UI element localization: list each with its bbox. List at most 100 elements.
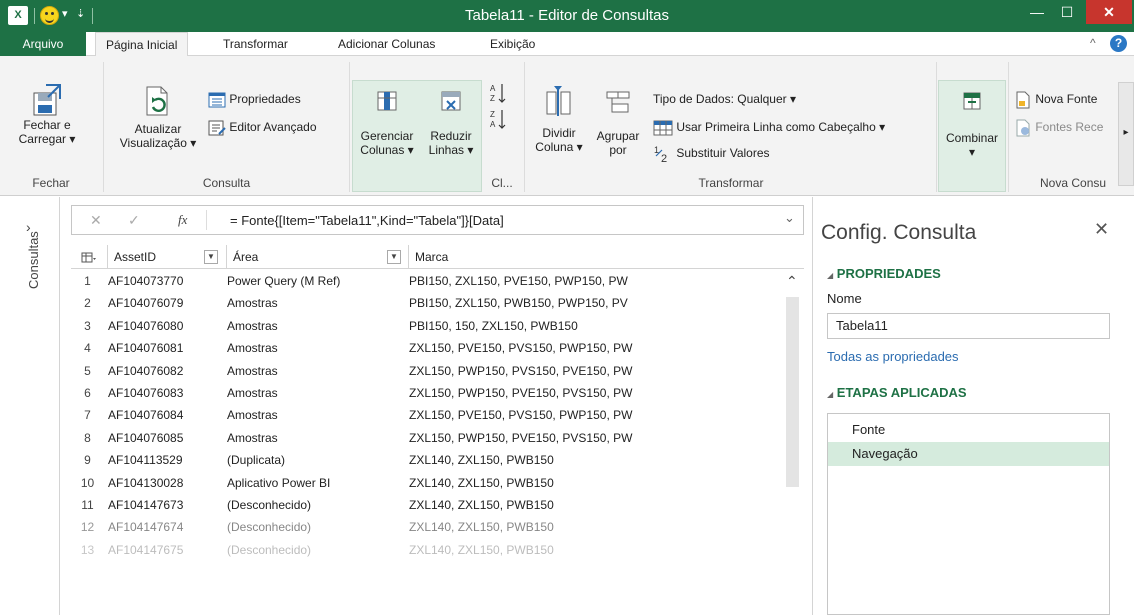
group-by-button[interactable]: Agrupar por	[590, 89, 646, 157]
cell-assetid[interactable]: AF104130028	[108, 472, 220, 494]
cell-area[interactable]: Amostras	[227, 404, 399, 426]
cell-assetid[interactable]: AF104073770	[108, 270, 220, 292]
cell-marca[interactable]: ZXL140, ZXL150, PWB150	[409, 449, 779, 471]
close-load-button[interactable]: Fechar e Carregar ▾	[18, 83, 76, 146]
row-index[interactable]: 8	[71, 427, 104, 449]
table-row[interactable]: 7 AF104076084 Amostras ZXL150, PVE150, PVS1…	[71, 404, 783, 426]
column-filter-dropdown[interactable]: ▼	[204, 250, 218, 264]
cell-marca[interactable]: PBI150, ZXL150, PVE150, PWP150, PW	[409, 270, 779, 292]
cell-marca[interactable]: ZXL140, ZXL150, PWB150	[409, 539, 779, 561]
cell-marca[interactable]: ZXL150, PVE150, PVS150, PWP150, PW	[409, 404, 779, 426]
row-index[interactable]: 11	[71, 494, 104, 516]
cell-assetid[interactable]: AF104147675	[108, 539, 220, 561]
cell-area[interactable]: Amostras	[227, 292, 399, 314]
step-navegacao[interactable]: Navegação	[828, 442, 1109, 466]
cell-area[interactable]: Amostras	[227, 337, 399, 359]
cell-marca[interactable]: PBI150, ZXL150, PWB150, PWP150, PV	[409, 292, 779, 314]
column-header-assetid[interactable]: AssetID ▼	[108, 245, 227, 269]
row-index[interactable]: 2	[71, 292, 104, 314]
tab-pagina-inicial[interactable]: Página Inicial	[95, 32, 189, 57]
combine-button[interactable]: Combinar ▾	[940, 89, 1004, 159]
table-row[interactable]: 2 AF104076079 Amostras PBI150, ZXL150, PWB1…	[71, 292, 783, 314]
query-name-input[interactable]: Tabela11	[827, 313, 1110, 339]
column-header-area[interactable]: Área ▼	[227, 245, 409, 269]
table-row[interactable]: 5 AF104076082 Amostras ZXL150, PWP150, PVS1…	[71, 360, 783, 382]
table-row[interactable]: 6 AF104076083 Amostras ZXL150, PWP150, PVE1…	[71, 382, 783, 404]
table-row[interactable]: 11 AF104147673 (Desconhecido) ZXL140, ZXL15…	[71, 494, 783, 516]
expand-formula-icon[interactable]: ⌄	[784, 210, 795, 226]
help-icon[interactable]: ?	[1110, 35, 1127, 52]
table-row[interactable]: 4 AF104076081 Amostras ZXL150, PVE150, PVS1…	[71, 337, 783, 359]
table-row[interactable]: 13 AF104147675 (Desconhecido) ZXL140, ZXL15…	[71, 539, 783, 561]
table-menu-icon[interactable]	[71, 245, 108, 269]
cell-marca[interactable]: ZXL150, PWP150, PVE150, PVS150, PW	[409, 427, 779, 449]
cell-marca[interactable]: ZXL140, ZXL150, PWB150	[409, 494, 779, 516]
cell-area[interactable]: (Desconhecido)	[227, 494, 399, 516]
row-index[interactable]: 4	[71, 337, 104, 359]
tab-transformar[interactable]: Transformar	[213, 32, 298, 56]
column-filter-dropdown[interactable]: ▼	[387, 250, 401, 264]
row-index[interactable]: 13	[71, 539, 104, 561]
fx-icon[interactable]: fx	[178, 212, 187, 228]
table-row[interactable]: 8 AF104076085 Amostras ZXL150, PWP150, PVE1…	[71, 427, 783, 449]
cell-marca[interactable]: PBI150, 150, ZXL150, PWB150	[409, 315, 779, 337]
advanced-editor-button[interactable]: Editor Avançado	[208, 117, 317, 137]
vertical-scrollbar[interactable]: ⌃	[781, 269, 804, 615]
ribbon-scroll-right-button[interactable]: ▸	[1118, 82, 1134, 186]
row-index[interactable]: 12	[71, 516, 104, 538]
table-row[interactable]: 3 AF104076080 Amostras PBI150, 150, ZXL150,…	[71, 315, 783, 337]
cell-area[interactable]: Amostras	[227, 427, 399, 449]
tab-adicionar-colunas[interactable]: Adicionar Colunas	[328, 32, 445, 56]
row-index[interactable]: 7	[71, 404, 104, 426]
table-row[interactable]: 9 AF104113529 (Duplicata) ZXL140, ZXL150, P…	[71, 449, 783, 471]
tab-arquivo[interactable]: Arquivo	[0, 32, 86, 56]
properties-section-header[interactable]: ◢ PROPRIEDADES	[827, 266, 941, 281]
scroll-up-icon[interactable]: ⌃	[786, 273, 798, 290]
cell-area[interactable]: Aplicativo Power BI	[227, 472, 399, 494]
cell-area[interactable]: Amostras	[227, 382, 399, 404]
cell-assetid[interactable]: AF104147673	[108, 494, 220, 516]
sort-descending-button[interactable]: Z A	[486, 108, 512, 130]
accept-formula-icon[interactable]: ✓	[128, 212, 140, 229]
sort-ascending-button[interactable]: A Z	[486, 82, 512, 104]
row-index[interactable]: 6	[71, 382, 104, 404]
cell-marca[interactable]: ZXL140, ZXL150, PWB150	[409, 516, 779, 538]
step-fonte[interactable]: Fonte	[828, 418, 1109, 442]
table-row[interactable]: 1 AF104073770 Power Query (M Ref) PBI150, Z…	[71, 270, 783, 292]
data-type-dropdown[interactable]: Tipo de Dados: Qualquer ▾	[653, 89, 796, 109]
cell-assetid[interactable]: AF104147674	[108, 516, 220, 538]
cell-assetid[interactable]: AF104076079	[108, 292, 220, 314]
cell-area[interactable]: (Desconhecido)	[227, 539, 399, 561]
manage-columns-button[interactable]: Gerenciar Colunas ▾	[354, 89, 420, 157]
properties-button[interactable]: Propriedades	[208, 89, 301, 109]
cell-area[interactable]: (Desconhecido)	[227, 516, 399, 538]
column-header-marca[interactable]: Marca	[409, 245, 804, 269]
new-source-button[interactable]: Nova Fonte	[1014, 89, 1097, 109]
cell-marca[interactable]: ZXL150, PVE150, PVS150, PWP150, PW	[409, 337, 779, 359]
row-index[interactable]: 9	[71, 449, 104, 471]
cell-assetid[interactable]: AF104113529	[108, 449, 220, 471]
cell-marca[interactable]: ZXL140, ZXL150, PWB150	[409, 472, 779, 494]
queries-pane-label[interactable]: Consultas	[26, 231, 41, 289]
use-first-row-header-button[interactable]: Usar Primeira Linha como Cabeçalho ▾	[653, 117, 885, 137]
all-properties-link[interactable]: Todas as propriedades	[827, 349, 959, 364]
cell-assetid[interactable]: AF104076083	[108, 382, 220, 404]
tab-exibicao[interactable]: Exibição	[480, 32, 545, 56]
scrollbar-thumb[interactable]	[786, 297, 799, 487]
table-row[interactable]: 10 AF104130028 Aplicativo Power BI ZXL140, …	[71, 472, 783, 494]
cell-assetid[interactable]: AF104076082	[108, 360, 220, 382]
cancel-formula-icon[interactable]: ✕	[90, 212, 102, 229]
cell-assetid[interactable]: AF104076084	[108, 404, 220, 426]
minimize-button[interactable]: —	[1022, 0, 1052, 24]
row-index[interactable]: 10	[71, 472, 104, 494]
split-column-button[interactable]: Dividir Coluna ▾	[528, 86, 590, 154]
maximize-button[interactable]: ☐	[1052, 0, 1082, 24]
recent-sources-button[interactable]: Fontes Rece	[1014, 117, 1103, 137]
close-pane-icon[interactable]: ✕	[1094, 219, 1109, 240]
refresh-preview-button[interactable]: Atualizar Visualização ▾	[108, 85, 208, 150]
formula-input[interactable]: = Fonte{[Item="Tabela11",Kind="Tabela"]}…	[230, 213, 504, 228]
cell-area[interactable]: Power Query (M Ref)	[227, 270, 399, 292]
table-row[interactable]: 12 AF104147674 (Desconhecido) ZXL140, ZXL15…	[71, 516, 783, 538]
cell-assetid[interactable]: AF104076080	[108, 315, 220, 337]
replace-values-button[interactable]: 1 2 Substituir Valores	[653, 143, 770, 163]
